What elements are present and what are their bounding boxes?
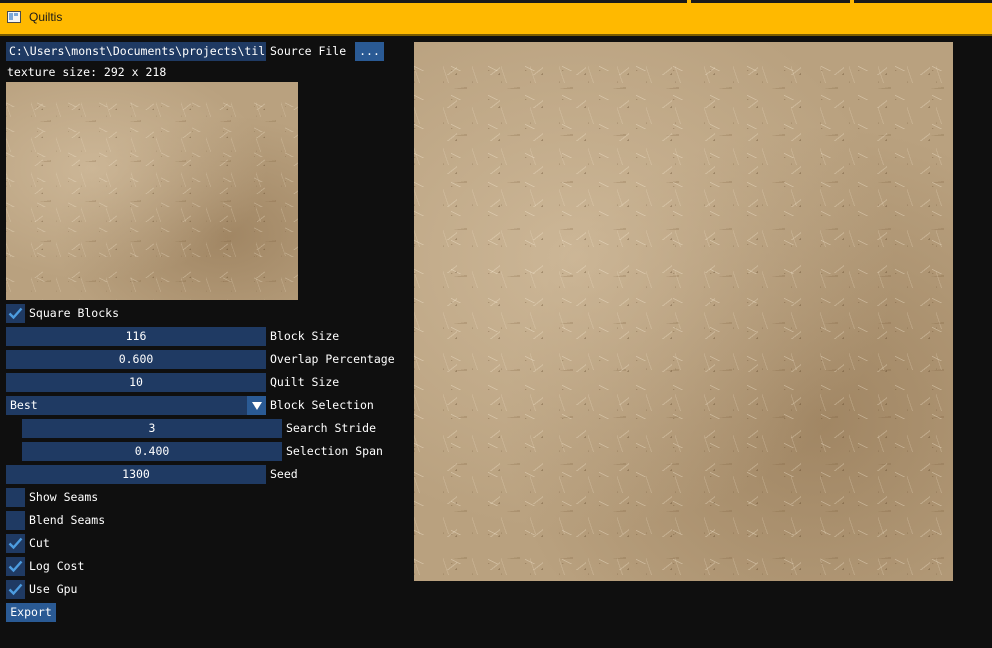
show-seams-label: Show Seams [29, 490, 99, 504]
block-selection-label: Block Selection [270, 398, 374, 412]
selection-span-slider[interactable]: 0.400 [22, 442, 282, 461]
square-blocks-checkbox[interactable] [6, 304, 25, 323]
search-stride-label: Search Stride [286, 421, 377, 435]
chevron-down-icon[interactable] [247, 396, 266, 415]
seed-slider[interactable]: 1300 [6, 465, 266, 484]
use-gpu-label: Use Gpu [29, 582, 78, 596]
cut-label: Cut [29, 536, 50, 550]
app-window-icon [7, 11, 21, 23]
blend-seams-label: Blend Seams [29, 513, 106, 527]
show-seams-checkbox[interactable] [6, 488, 25, 507]
title-bar-divider [0, 34, 992, 36]
block-selection-dropdown[interactable]: Best [6, 396, 247, 415]
search-stride-slider[interactable]: 3 [22, 419, 282, 438]
use-gpu-checkbox[interactable] [6, 580, 25, 599]
log-cost-label: Log Cost [29, 559, 85, 573]
log-cost-checkbox[interactable] [6, 557, 25, 576]
square-blocks-label: Square Blocks [29, 306, 120, 320]
block-size-slider[interactable]: 116 [6, 327, 266, 346]
browse-button[interactable]: ... [355, 42, 384, 61]
quilt-size-slider[interactable]: 10 [6, 373, 266, 392]
window-title: Quiltis [29, 10, 63, 24]
checkmark-icon [8, 583, 23, 596]
source-file-label: Source File [270, 44, 347, 58]
checkmark-icon [8, 537, 23, 550]
selection-span-label: Selection Span [286, 444, 383, 458]
quilt-output-image [414, 42, 953, 581]
overlap-percentage-label: Overlap Percentage [270, 352, 395, 366]
checkmark-icon [8, 560, 23, 573]
texture-size-text: texture size: 292 x 218 [7, 65, 167, 79]
blend-seams-checkbox[interactable] [6, 511, 25, 530]
title-bar[interactable]: Quiltis [0, 0, 992, 34]
title-bar-top-edge [0, 0, 992, 3]
checkmark-icon [8, 307, 23, 320]
source-path-input[interactable]: C:\Users\monst\Documents\projects\til [6, 42, 266, 61]
block-size-label: Block Size [270, 329, 340, 343]
overlap-percentage-slider[interactable]: 0.600 [6, 350, 266, 369]
seed-label: Seed [270, 467, 298, 481]
cut-checkbox[interactable] [6, 534, 25, 553]
quilt-size-label: Quilt Size [270, 375, 340, 389]
export-button[interactable]: Export [6, 603, 56, 622]
source-texture-preview [6, 82, 298, 300]
